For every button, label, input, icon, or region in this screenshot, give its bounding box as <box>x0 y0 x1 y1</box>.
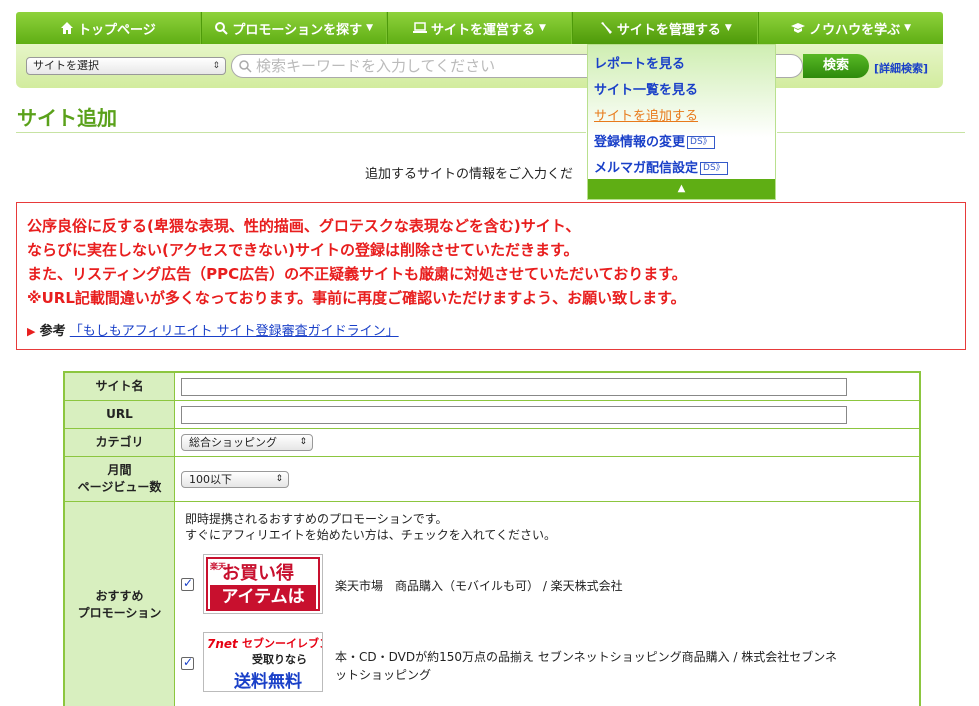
chevron-up-icon: ▲ <box>677 183 686 194</box>
menu-item-label: メルマガ配信設定 <box>594 161 699 176</box>
form-row-url: URL <box>65 401 919 429</box>
nav-manage-site[interactable]: サイトを管理する ▼ <box>572 12 759 44</box>
updown-arrow-icon: ⇕ <box>299 437 307 447</box>
triangle-right-icon: ▶ <box>27 325 36 338</box>
form-row-pageviews: 月間 ページビュー数 100以下 ⇕ <box>65 457 919 502</box>
pageviews-label: 月間 ページビュー数 <box>65 457 175 501</box>
wrench-icon <box>600 22 612 34</box>
graduation-cap-icon <box>791 23 806 33</box>
form-row-category: カテゴリ 総合ショッピング ⇕ <box>65 429 919 457</box>
nav-find-promotion-label: プロモーションを探す <box>232 22 363 38</box>
pageviews-label-line1: 月間 <box>107 463 132 477</box>
ds-badge: DS》 <box>700 162 728 175</box>
search-icon <box>215 22 229 35</box>
site-select[interactable]: サイトを選択 ⇕ <box>26 57 226 75</box>
site-select-value: サイトを選択 <box>33 59 99 72</box>
updown-arrow-icon: ⇕ <box>212 61 220 71</box>
menu-item-add-site[interactable]: サイトを追加する <box>594 105 698 124</box>
nav-run-site[interactable]: サイトを運営する ▼ <box>386 12 573 44</box>
home-icon <box>61 22 74 34</box>
category-select-value: 総合ショッピング <box>189 436 277 449</box>
url-input[interactable] <box>181 406 847 424</box>
form-row-promotions: おすすめ プロモーション 即時提携されるおすすめのプロモーションです。 すぐにア… <box>65 502 919 706</box>
banner-brand: 7net <box>207 637 238 651</box>
ds-badge: DS》 <box>687 136 715 149</box>
promotions-label: おすすめ プロモーション <box>65 502 175 706</box>
promotions-label-line1: おすすめ <box>95 589 144 603</box>
guideline-link[interactable]: 「もしもアフィリエイト サイト登録審査ガイドライン」 <box>70 324 399 339</box>
url-label: URL <box>65 401 175 428</box>
pageviews-select[interactable]: 100以下 ⇕ <box>181 471 289 488</box>
promo-desc-line: ットショッピング <box>335 668 432 682</box>
main-nav: トップページ プロモーションを探す ▼ サイトを運営する ▼ サイトを管理する … <box>16 12 943 44</box>
warning-line: ※URL記載間違いが多くなっております。事前に再度ご確認いただけますよう、お願い… <box>27 289 686 307</box>
search-button[interactable]: 検索 <box>803 54 869 78</box>
promo-intro: すぐにアフィリエイトを始めたい方は、チェックを入れてください。 <box>185 528 557 542</box>
promo-intro: 即時提携されるおすすめのプロモーションです。 <box>185 512 448 526</box>
promo-desc-rakuten: 楽天市場 商品購入（モバイルも可） / 楽天株式会社 <box>335 579 623 593</box>
promo-checkbox-rakuten[interactable] <box>181 576 194 591</box>
pageviews-select-value: 100以下 <box>189 473 232 486</box>
intro-text: 追加するサイトの情報をご入力くだ <box>365 167 574 182</box>
warning-line: 公序良俗に反する(卑猥な表現、性的描画、グロテスクな表現などを含む)サイト、 <box>27 217 581 235</box>
reference-line: ▶ 参考 「もしもアフィリエイト サイト登録審査ガイドライン」 <box>27 320 399 339</box>
7net-banner: 7net セブンーイレブン 受取りなら 送料無料 <box>203 632 323 692</box>
nav-learn-knowhow-label: ノウハウを学ぶ <box>809 22 901 38</box>
category-label: カテゴリ <box>65 429 175 456</box>
laptop-icon <box>413 22 428 33</box>
banner-text: お買い得 <box>222 563 294 584</box>
site-name-input[interactable] <box>181 378 847 396</box>
collapse-dropdown-button[interactable]: ▲ <box>588 179 775 199</box>
promo-desc-7net: 本・CD・DVDが約150万点の品揃え セブンネットショッピング商品購入 / 株… <box>335 648 837 684</box>
chevron-down-icon: ▼ <box>539 23 546 33</box>
reference-label: 参考 <box>39 324 66 339</box>
pageviews-label-line2: ページビュー数 <box>77 480 162 494</box>
rakuten-banner: 楽天 お買い得 アイテムは <box>203 554 323 614</box>
advanced-search-link[interactable]: [詳細検索] <box>874 60 928 76</box>
page-title: サイト追加 <box>17 106 117 130</box>
search-icon <box>239 60 252 73</box>
nav-learn-knowhow[interactable]: ノウハウを学ぶ ▼ <box>758 12 943 44</box>
category-select[interactable]: 総合ショッピング ⇕ <box>181 434 313 451</box>
promotions-label-line2: プロモーション <box>77 606 162 620</box>
search-placeholder: 検索キーワードを入力してください <box>256 57 496 75</box>
menu-item-site-list[interactable]: サイト一覧を見る <box>594 79 698 98</box>
nav-manage-site-label: サイトを管理する <box>616 22 721 38</box>
chevron-down-icon: ▼ <box>904 23 912 33</box>
chevron-down-icon: ▼ <box>724 23 732 33</box>
menu-item-label: 登録情報の変更 <box>594 135 686 150</box>
nav-find-promotion[interactable]: プロモーションを探す ▼ <box>200 12 387 44</box>
nav-top-page[interactable]: トップページ <box>16 12 201 44</box>
warning-line: また、リスティング広告（PPC広告）の不正疑義サイトも厳粛に対処させていただいて… <box>27 265 687 283</box>
warning-line: ならびに実在しない(アクセスできない)サイトの登録は削除させていただきます。 <box>27 241 579 259</box>
menu-item-mailmag[interactable]: メルマガ配信設定 DS》 <box>594 157 728 176</box>
banner-text: 受取りなら <box>252 653 307 666</box>
divider <box>16 132 586 133</box>
search-bar: サイトを選択 ⇕ 検索キーワードを入力してください 検索 [詳細検索] <box>16 44 943 88</box>
menu-item-reports[interactable]: レポートを見る <box>594 53 685 72</box>
banner-text: アイテムは <box>210 585 316 609</box>
chevron-down-icon: ▼ <box>366 23 374 33</box>
menu-item-edit-registration[interactable]: 登録情報の変更 DS》 <box>594 131 715 150</box>
nav-run-site-label: サイトを運営する <box>431 22 536 38</box>
manage-site-dropdown: レポートを見る サイト一覧を見る サイトを追加する 登録情報の変更 DS》 メルマ… <box>587 44 776 200</box>
nav-top-page-label: トップページ <box>78 22 156 38</box>
updown-arrow-icon: ⇕ <box>275 474 283 484</box>
banner-text: セブンーイレブン <box>242 637 323 650</box>
site-form: サイト名 URL カテゴリ 総合ショッピング ⇕ 月間 ページビュー数 100以… <box>63 371 921 706</box>
warning-box: 公序良俗に反する(卑猥な表現、性的描画、グロテスクな表現などを含む)サイト、 な… <box>16 202 966 350</box>
divider <box>777 132 965 133</box>
promo-desc-line: 本・CD・DVDが約150万点の品揃え セブンネットショッピング商品購入 / 株… <box>335 650 838 664</box>
banner-text: 送料無料 <box>234 672 302 692</box>
form-row-site-name: サイト名 <box>65 373 919 401</box>
site-name-label: サイト名 <box>65 373 175 400</box>
promo-checkbox-7net[interactable] <box>181 655 194 670</box>
